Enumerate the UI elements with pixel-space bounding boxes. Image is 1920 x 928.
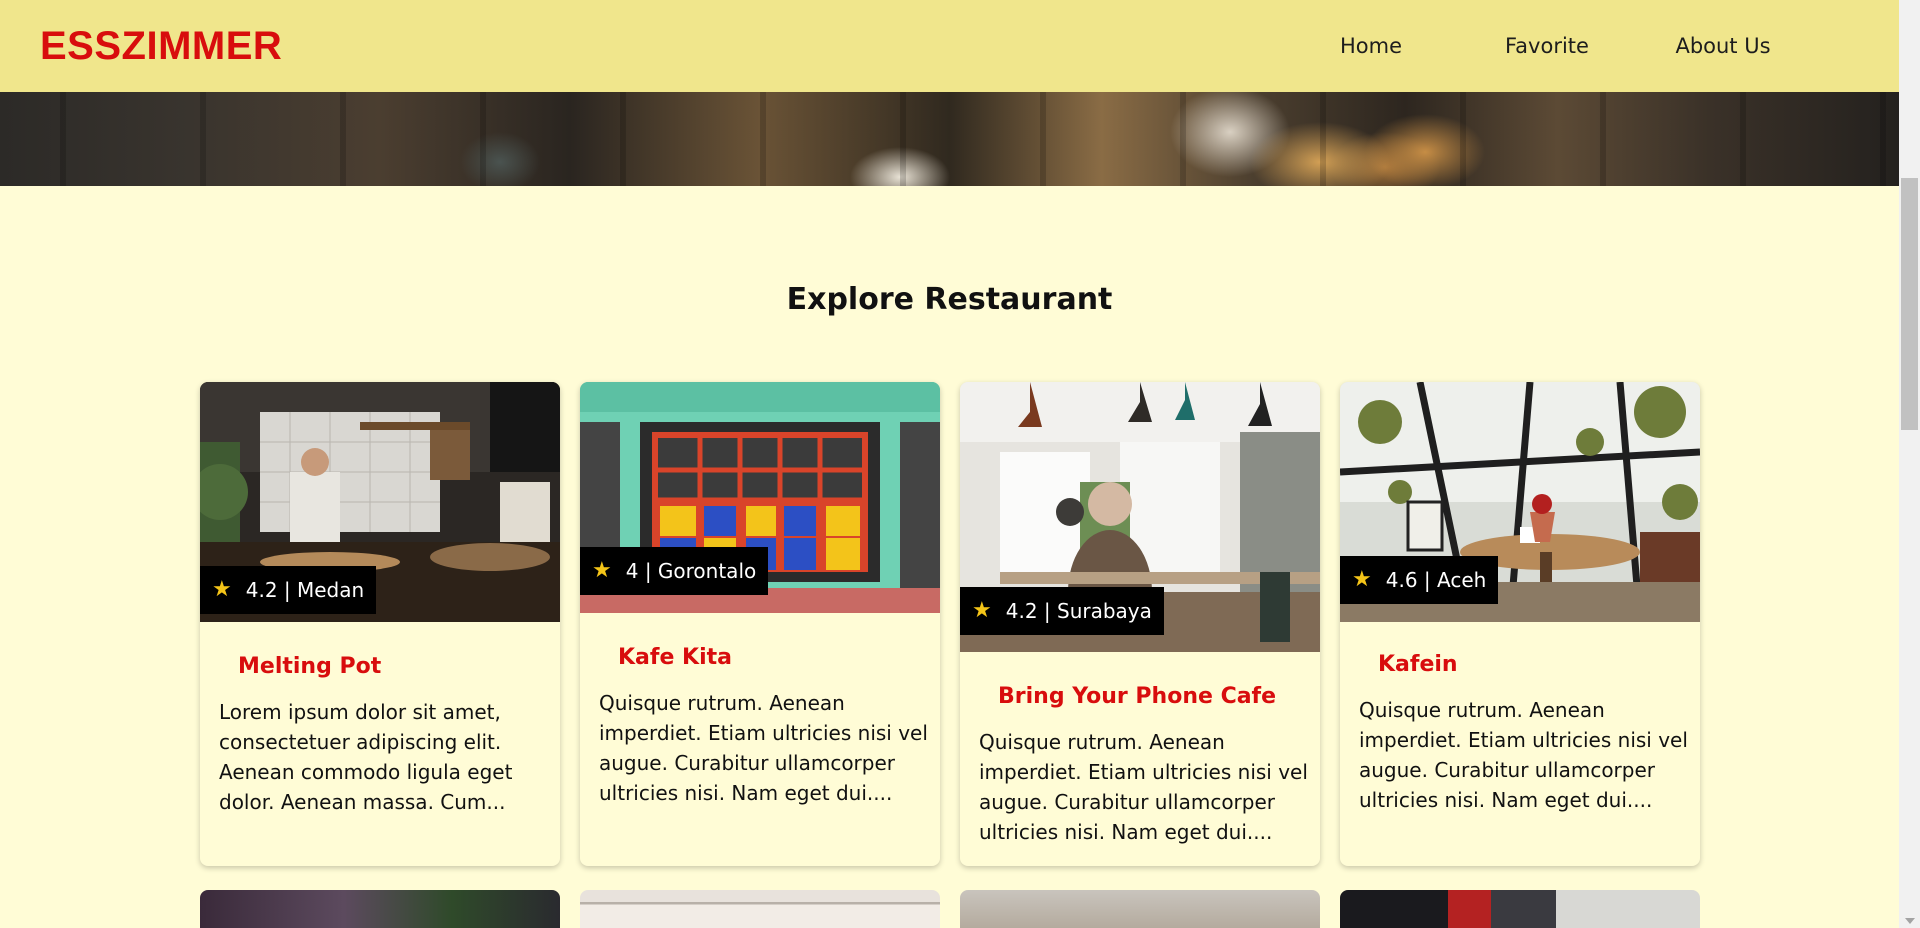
star-icon: ★ — [1352, 567, 1372, 592]
rating-badge: ★ 4.2 | Medan — [200, 566, 377, 614]
restaurant-card[interactable]: ★ 4.2 | Medan Melting Pot Lorem ipsum do… — [200, 382, 560, 866]
restaurant-name[interactable]: Bring Your Phone Cafe — [998, 684, 1276, 709]
restaurant-description: Quisque rutrum. Aenean imperdiet. Etiam … — [599, 691, 928, 805]
hero-image — [0, 92, 1899, 186]
restaurant-name[interactable]: Melting Pot — [238, 654, 381, 679]
restaurant-name[interactable]: Kafein — [1378, 652, 1458, 677]
restaurant-card-partial[interactable] — [1340, 890, 1700, 928]
page: ESSZIMMER Home Favorite About Us Explore… — [0, 0, 1899, 928]
restaurant-card[interactable]: ★ 4 | Gorontalo Kafe Kita Quisque rutrum… — [580, 382, 940, 866]
restaurant-description: Quisque rutrum. Aenean imperdiet. Etiam … — [1359, 698, 1688, 812]
nav-favorite-link[interactable]: Favorite — [1459, 24, 1635, 68]
nav-home-link[interactable]: Home — [1283, 24, 1459, 68]
rating-city: 4 | Gorontalo — [625, 559, 757, 583]
rating-city: 4.2 | Surabaya — [1005, 599, 1152, 623]
rating-badge: ★ 4.2 | Surabaya — [960, 587, 1164, 635]
nav-about-link[interactable]: About Us — [1635, 24, 1811, 68]
nav-menu: Home Favorite About Us — [1283, 24, 1811, 68]
restaurant-description: Quisque rutrum. Aenean imperdiet. Etiam … — [979, 730, 1308, 844]
star-icon: ★ — [972, 598, 992, 623]
star-icon: ★ — [212, 577, 232, 602]
rating-city: 4.6 | Aceh — [1385, 568, 1487, 592]
section-title: Explore Restaurant — [786, 282, 1113, 317]
rating-city: 4.2 | Medan — [245, 578, 365, 602]
scroll-down-arrow-icon[interactable] — [1905, 918, 1915, 924]
restaurant-description: Lorem ipsum dolor sit amet, consectetuer… — [219, 700, 513, 814]
brand-logo[interactable]: ESSZIMMER — [40, 24, 282, 69]
navbar: ESSZIMMER Home Favorite About Us — [0, 0, 1899, 92]
rating-badge: ★ 4.6 | Aceh — [1340, 556, 1499, 604]
restaurant-card-partial[interactable] — [580, 890, 940, 928]
restaurant-name[interactable]: Kafe Kita — [618, 645, 732, 670]
restaurant-card-partial[interactable] — [960, 890, 1320, 928]
restaurant-card[interactable]: ★ 4.6 | Aceh Kafein Quisque rutrum. Aene… — [1340, 382, 1700, 866]
vertical-scrollbar[interactable] — [1899, 0, 1920, 928]
restaurant-card[interactable]: ★ 4.2 | Surabaya Bring Your Phone Cafe Q… — [960, 382, 1320, 866]
star-icon: ★ — [592, 558, 612, 583]
rating-badge: ★ 4 | Gorontalo — [580, 547, 769, 595]
restaurant-card-partial[interactable] — [200, 890, 560, 928]
scrollbar-thumb[interactable] — [1901, 178, 1918, 430]
